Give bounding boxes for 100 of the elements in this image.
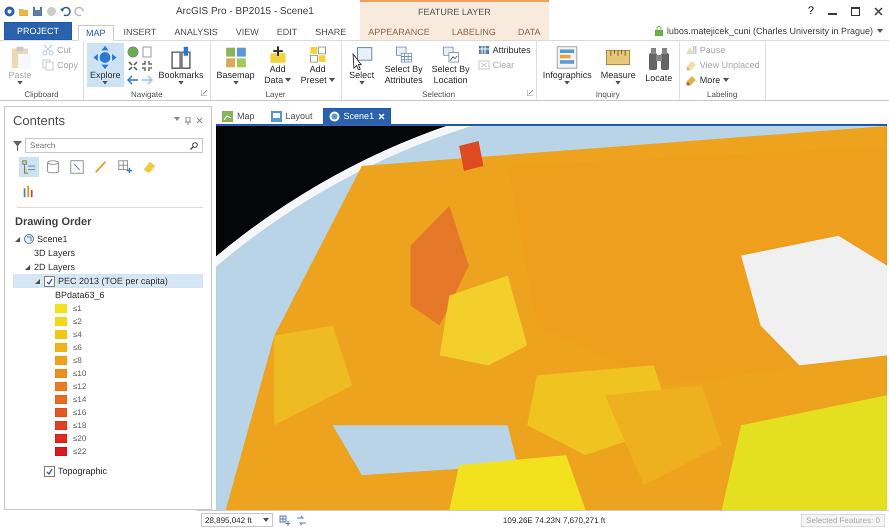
document-tab[interactable]: Scene1: [322, 108, 392, 124]
expanded-triangle-icon[interactable]: [14, 236, 20, 242]
pause-icon: [684, 44, 697, 56]
legend-label: ≤14: [73, 395, 86, 404]
ribbon-tab[interactable]: PROJECT: [4, 22, 72, 40]
ribbon-tab[interactable]: EDIT: [268, 24, 306, 40]
ribbon-button[interactable]: Select By Attributes: [382, 43, 426, 87]
tag-icon: [141, 159, 157, 175]
tree-item[interactable]: Scene1: [13, 232, 203, 246]
ribbon-button[interactable]: Locate: [642, 43, 676, 87]
ribbon-button[interactable]: Infographics: [540, 43, 595, 87]
caret-icon[interactable]: [174, 116, 180, 120]
legend-label: ≤6: [73, 343, 82, 352]
ribbon-tab[interactable]: DATA: [510, 24, 549, 40]
check-icon: [46, 468, 53, 474]
ribbon-tab[interactable]: APPEARANCE: [360, 24, 438, 40]
grid-plus-icon: [117, 159, 133, 175]
expanded-triangle-icon[interactable]: [24, 264, 30, 270]
caret-icon: [285, 78, 292, 82]
ribbon-tab[interactable]: MAP: [78, 25, 114, 41]
legend-label: ≤20: [73, 434, 86, 443]
launcher-icon[interactable]: [200, 90, 207, 96]
caret-icon: [178, 81, 184, 85]
tree-item[interactable]: 3D Layers: [13, 246, 203, 260]
ribbon-group-label: Navigate: [130, 90, 163, 98]
caret-icon: [232, 81, 239, 85]
ribbon-button[interactable]: Add Data: [260, 43, 295, 87]
grid-plus-icon[interactable]: [279, 514, 290, 526]
coordinates-readout: 109.26E 74.23N 7,670,271 ft: [502, 516, 606, 524]
globe-drawing[interactable]: [216, 126, 887, 510]
ribbon-small-button[interactable]: Attributes: [476, 43, 533, 57]
view-toggle-button[interactable]: [19, 157, 39, 177]
pane-title: Contents: [13, 113, 66, 128]
pencil-icon: [93, 159, 109, 175]
ribbon-group-label: Selection: [422, 90, 456, 98]
checkbox[interactable]: [44, 466, 55, 476]
tree-item-label: Scene1: [37, 234, 68, 244]
label-icon: [684, 74, 697, 86]
caret-icon: [877, 29, 883, 33]
tree-item[interactable]: 2D Layers: [13, 260, 203, 274]
launcher-icon[interactable]: [526, 90, 533, 96]
save-icon[interactable]: [32, 6, 43, 16]
ribbon-tab[interactable]: INSERT: [116, 24, 164, 40]
legend-label: ≤22: [73, 447, 86, 456]
app-logo-icon: [4, 6, 15, 16]
ribbon-button[interactable]: Basemap: [214, 43, 258, 87]
caret-icon: [328, 78, 335, 82]
expanded-triangle-icon[interactable]: [34, 278, 40, 284]
ribbon-button[interactable]: Add Preset: [298, 43, 338, 87]
ribbon-button[interactable]: Explore: [87, 43, 124, 87]
zoom-out-icon[interactable]: [140, 60, 153, 72]
pin-icon[interactable]: [185, 116, 191, 124]
ribbon-button[interactable]: Select By Location: [428, 43, 473, 87]
search-icon: [190, 142, 198, 150]
legend-label: ≤18: [73, 421, 86, 430]
sync-icon[interactable]: [296, 514, 307, 526]
table-icon: [478, 44, 490, 56]
user-name[interactable]: lubos.matejicek_cuni (Charles University in Prague): [666, 26, 873, 36]
legend-label: ≤2: [73, 317, 82, 326]
check-icon: [46, 278, 53, 284]
document-tab[interactable]: Layout: [264, 108, 319, 124]
legend-label: ≤10: [73, 369, 86, 378]
scale-field[interactable]: 28,895,042 ft: [201, 513, 273, 527]
ribbon-tab[interactable]: SHARE: [307, 24, 354, 40]
scissors-icon: [42, 44, 54, 56]
undo-icon[interactable]: [60, 6, 71, 16]
globe-icon: [24, 234, 34, 244]
legend-label: ≤12: [73, 382, 86, 391]
ribbon-small-button[interactable]: More: [682, 73, 762, 87]
checkbox[interactable]: [44, 276, 55, 286]
ribbon-button[interactable]: Select: [344, 43, 379, 87]
help-button[interactable]: ?: [808, 5, 814, 17]
arrows-icon: [91, 45, 120, 70]
caret-icon: [615, 81, 622, 85]
ribbon-button[interactable]: Bookmarks: [156, 43, 207, 87]
tree-item[interactable]: Topographic: [13, 464, 203, 478]
tree-item-label: PEC 2013 (TOE per capita): [58, 276, 168, 286]
contextual-group-title: FEATURE LAYER: [418, 7, 491, 17]
frame-icon: [69, 159, 85, 175]
legend-field-name: BPdata63_6: [55, 290, 105, 300]
globe-icon: [328, 110, 340, 122]
tree-item-label: Topographic: [58, 466, 108, 476]
back-arrow-icon[interactable]: [126, 74, 139, 86]
ribbon-group-label: Clipboard: [24, 90, 59, 98]
close-icon[interactable]: [874, 6, 883, 16]
ribbon-group-label: Inquiry: [596, 90, 620, 98]
globe-icon[interactable]: [126, 46, 139, 58]
filter-icon[interactable]: [13, 140, 22, 150]
tree-item-label: 3D Layers: [34, 248, 76, 258]
ribbon-tab[interactable]: VIEW: [228, 24, 267, 40]
zoom-in-icon[interactable]: [126, 60, 139, 72]
layout-icon: [270, 110, 282, 122]
ribbon-button[interactable]: Measure: [598, 43, 639, 87]
caret-icon: [358, 81, 365, 85]
maximize-icon[interactable]: [851, 6, 860, 16]
search-field[interactable]: Search: [25, 138, 203, 153]
document-tab[interactable]: Map: [216, 108, 261, 124]
tree-item[interactable]: PEC 2013 (TOE per capita): [13, 274, 203, 288]
ribbon-tab[interactable]: LABELING: [444, 24, 504, 40]
ribbon-tab[interactable]: ANALYSIS: [166, 24, 226, 40]
